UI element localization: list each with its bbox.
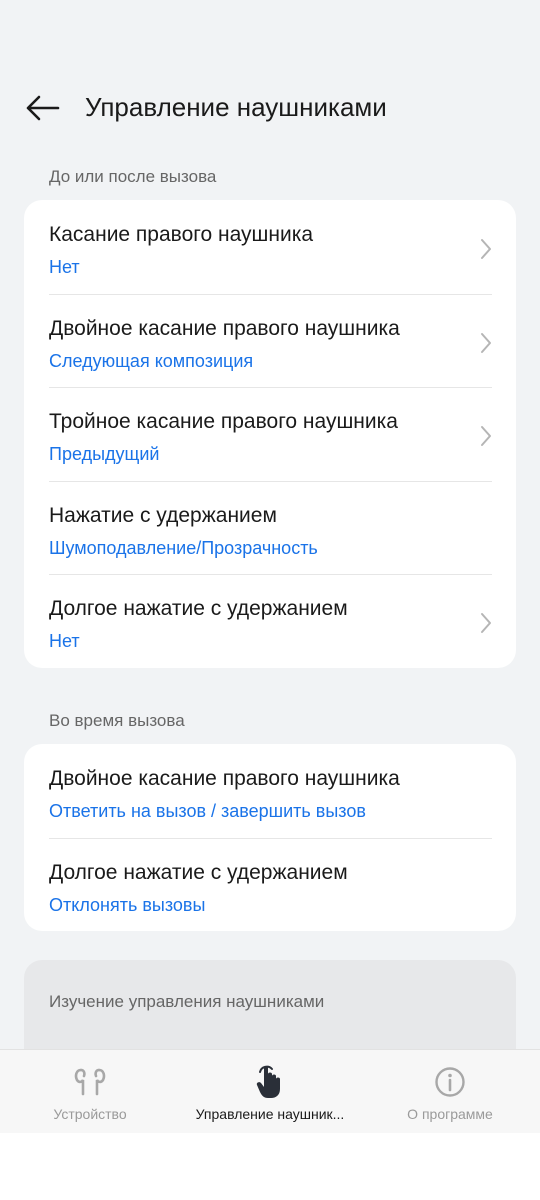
back-arrow-icon: [26, 95, 60, 121]
setting-row-triple-tap-right[interactable]: Тройное касание правого наушника Предыду…: [24, 387, 516, 481]
setting-row-press-hold[interactable]: Нажатие с удержанием Шумоподавление/Проз…: [24, 480, 516, 575]
nav-label: О программе: [407, 1106, 493, 1122]
setting-title: Касание правого наушника: [49, 223, 314, 246]
page-title: Управление наушниками: [85, 92, 387, 122]
screen: Управление наушниками До или после вызов…: [0, 0, 540, 1200]
setting-value: Отклонять вызовы: [49, 894, 206, 915]
setting-row-long-press-hold[interactable]: Долгое нажатие с удержанием Нет: [24, 574, 516, 668]
setting-title: Двойное касание правого наушника: [49, 316, 400, 340]
card-during-call: Двойное касание правого наушника Ответит…: [24, 744, 516, 931]
chevron-right-icon: [481, 613, 491, 633]
setting-title: Долгое нажатие с удержанием: [49, 597, 348, 620]
info-icon: [432, 1064, 468, 1100]
earbuds-icon: [72, 1064, 108, 1100]
setting-title: Долгое нажатие с удержанием: [49, 860, 348, 884]
setting-row-double-tap-right[interactable]: Двойное касание правого наушника Следующ…: [24, 293, 516, 388]
setting-value: Шумоподавление/Прозрачность: [49, 537, 318, 558]
chevron-right-icon: [481, 239, 491, 259]
setting-row-call-double-tap[interactable]: Двойное касание правого наушника Ответит…: [24, 744, 516, 838]
setting-row-tap-right[interactable]: Касание правого наушника Нет: [24, 200, 516, 294]
section-label-before-after-call: До или после вызова: [49, 167, 217, 186]
nav-item-earphone-controls[interactable]: Управление наушник...: [180, 1050, 360, 1133]
setting-value: Следующая композиция: [49, 350, 254, 371]
system-bar-area: [0, 1133, 540, 1200]
setting-title: Тройное касание правого наушника: [49, 410, 398, 433]
setting-title: Двойное касание правого наушника: [49, 767, 400, 790]
setting-title: Нажатие с удержанием: [49, 503, 277, 527]
section-label-during-call: Во время вызова: [49, 711, 185, 730]
nav-label: Управление наушник...: [195, 1106, 345, 1122]
chevron-right-icon: [481, 426, 491, 446]
setting-value: Предыдущий: [49, 444, 160, 464]
nav-item-about[interactable]: О программе: [360, 1050, 540, 1133]
back-button[interactable]: [20, 86, 64, 130]
setting-value: Нет: [49, 257, 80, 277]
card-before-after-call: Касание правого наушника Нет Двойное кас…: [24, 200, 516, 668]
nav-item-device[interactable]: Устройство: [0, 1050, 180, 1133]
nav-label: Устройство: [53, 1106, 127, 1122]
bottom-nav: Устройство Управление наушник... О прогр…: [0, 1049, 540, 1133]
learn-controls-label: Изучение управления наушниками: [49, 992, 325, 1011]
touch-gesture-icon: [252, 1064, 288, 1100]
setting-value: Ответить на вызов / завершить вызов: [49, 801, 366, 821]
header: Управление наушниками: [0, 0, 540, 140]
setting-row-call-long-press[interactable]: Долгое нажатие с удержанием Отклонять вы…: [24, 837, 516, 932]
chevron-right-icon: [481, 332, 491, 353]
setting-value: Нет: [49, 631, 80, 651]
